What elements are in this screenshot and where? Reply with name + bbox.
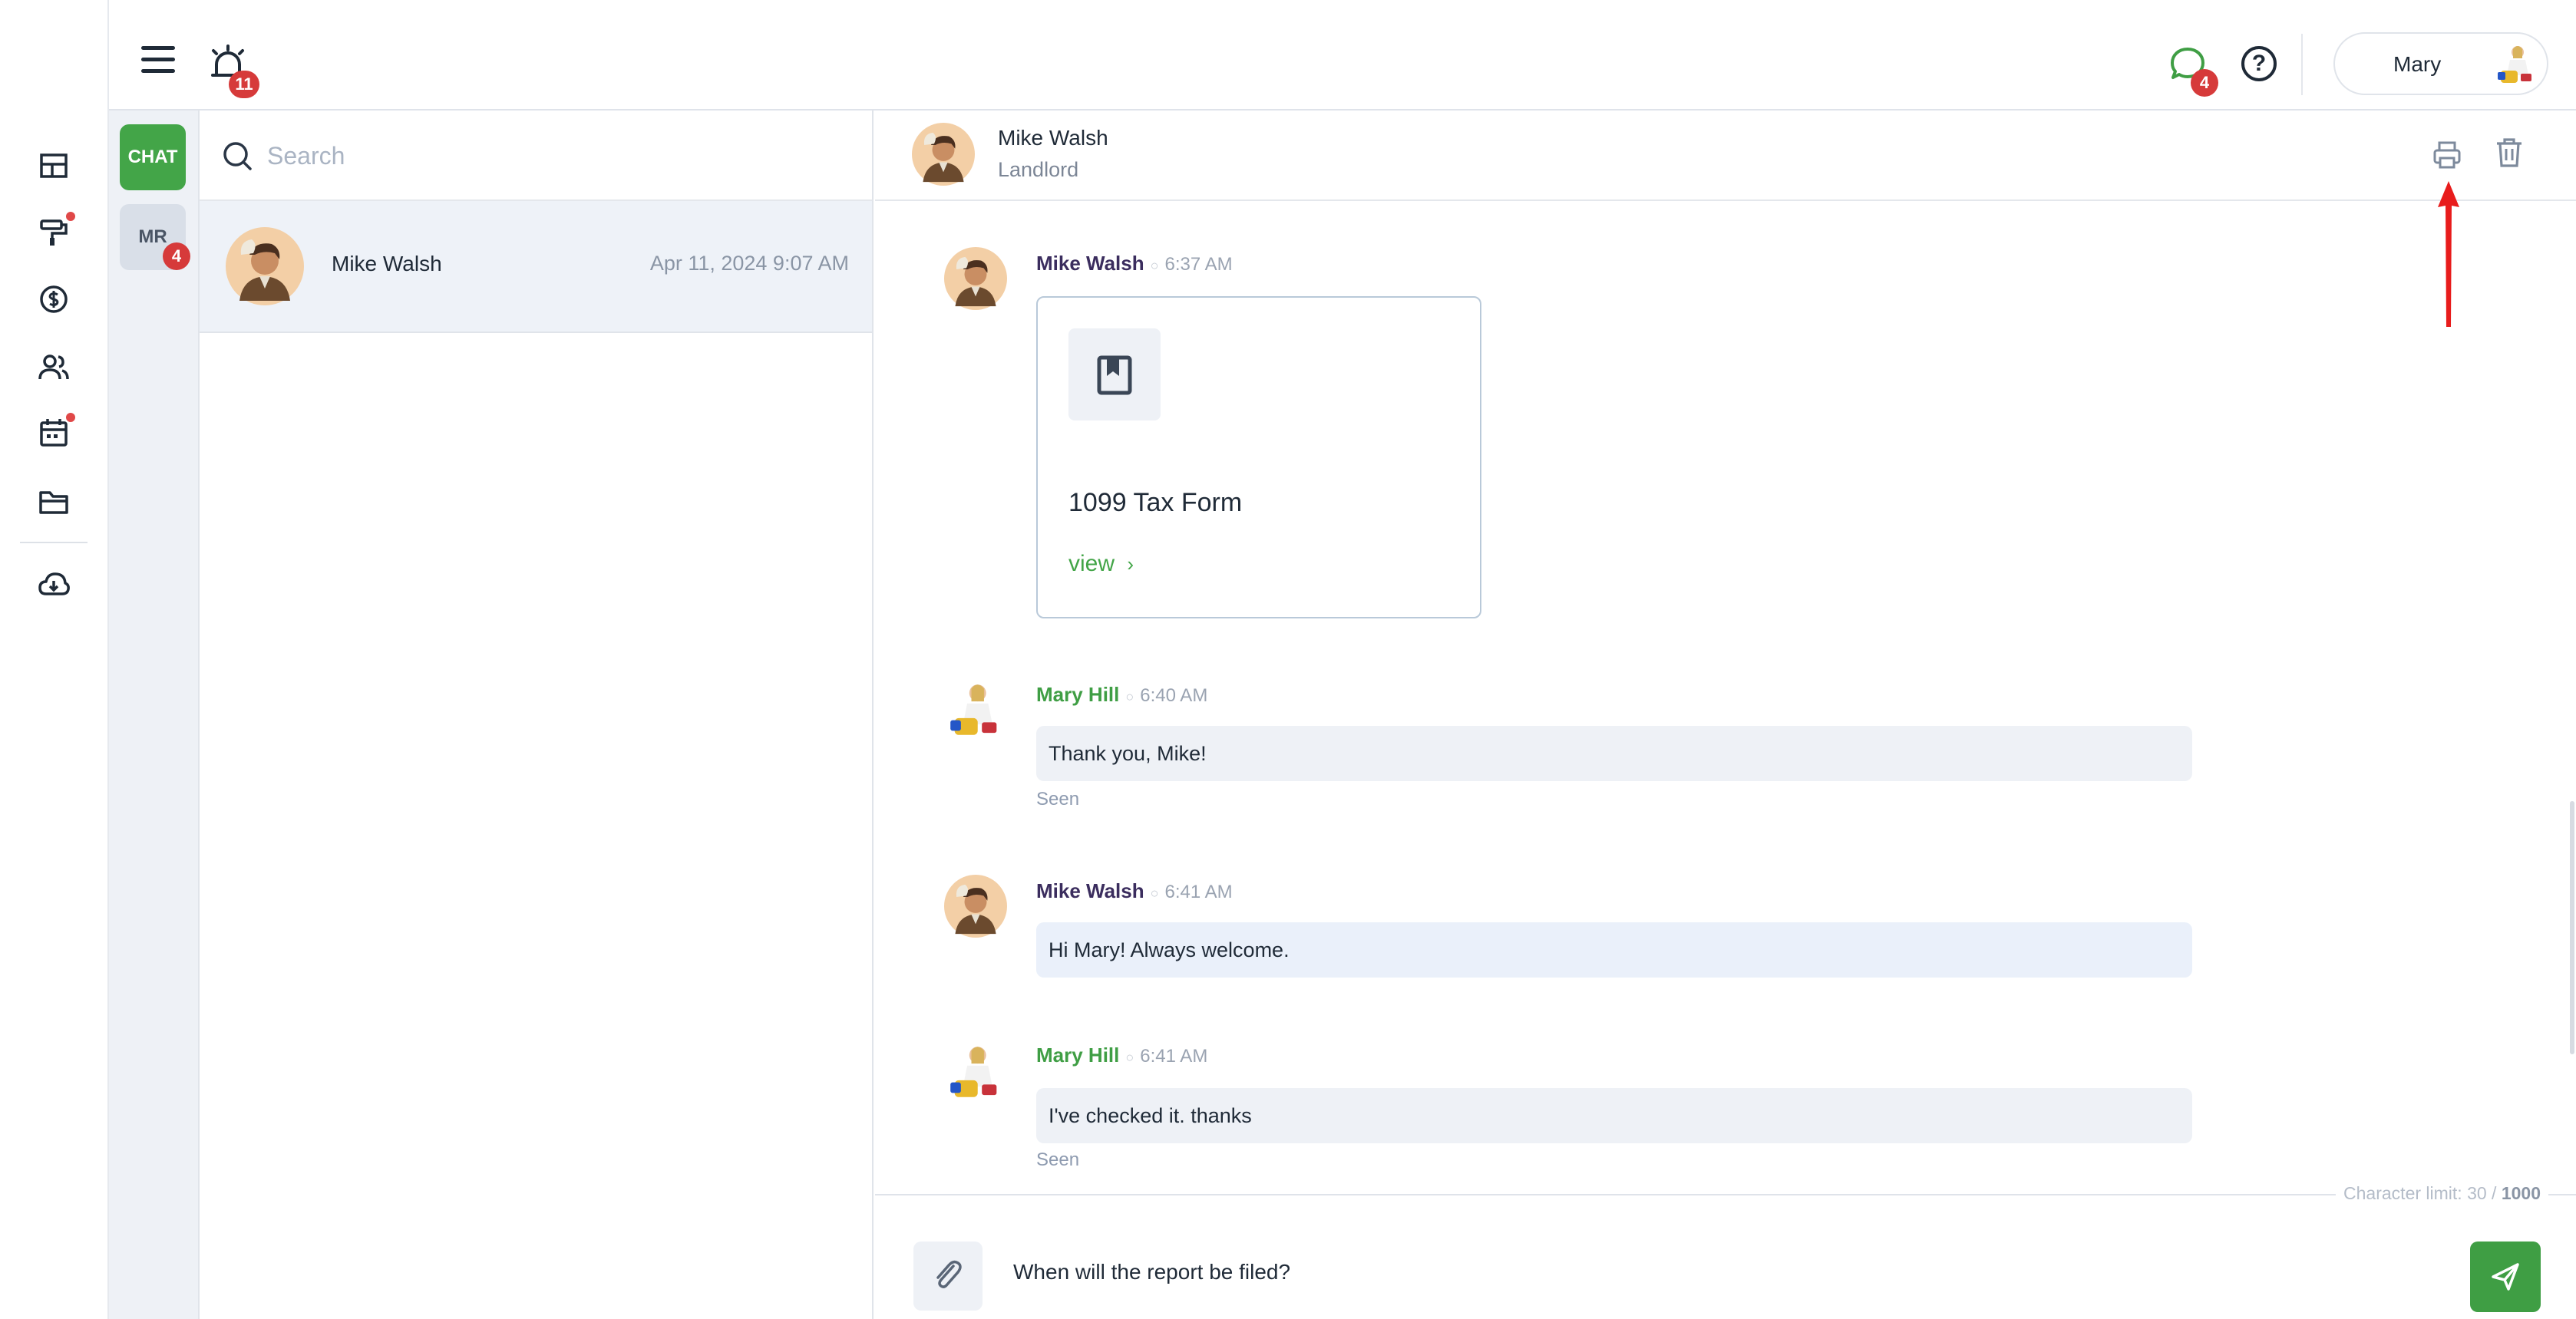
trash-icon[interactable] [2495, 137, 2524, 169]
message-bubble: I've checked it. thanks [1036, 1088, 2192, 1143]
message-meta: Mike Walsh ○ 6:37 AM [1036, 252, 1233, 275]
chat-header-avatar [912, 123, 975, 186]
message-meta: Mary Hill ○ 6:40 AM [1036, 683, 1208, 706]
calendar-notification-dot [66, 413, 75, 422]
print-icon[interactable] [2432, 140, 2462, 170]
chat-channel-tab[interactable]: CHAT [120, 124, 186, 190]
payments-dollar-icon[interactable] [37, 282, 71, 316]
chat-header-role: Landlord [998, 158, 1079, 181]
document-card[interactable]: 1099 Tax Form view › [1036, 296, 1481, 618]
cloud-download-icon[interactable] [37, 568, 71, 602]
character-limit: Character limit: 30 / 1000 [2336, 1183, 2548, 1204]
user-avatar [2493, 41, 2539, 87]
document-icon [1068, 328, 1161, 420]
chat-bubble-icon[interactable]: 4 [2169, 46, 2218, 97]
user-menu-button[interactable]: Mary [2333, 32, 2548, 95]
search-bar [200, 110, 872, 201]
chat-badge: 4 [2191, 69, 2218, 97]
message-meta: Mike Walsh ○ 6:41 AM [1036, 879, 1233, 902]
chat-header-name: Mike Walsh [998, 126, 1108, 150]
attach-button[interactable] [913, 1242, 983, 1311]
seen-status: Seen [1036, 789, 1080, 810]
help-icon[interactable]: ? [2241, 46, 2277, 81]
calendar-icon[interactable] [37, 416, 71, 450]
nav-divider [20, 542, 88, 543]
hamburger-menu-icon[interactable] [141, 46, 175, 74]
message-time: 6:41 AM [1164, 882, 1233, 902]
message-bubble: Hi Mary! Always welcome. [1036, 922, 2192, 978]
mr-tab-label: MR [138, 226, 167, 247]
conversation-name: Mike Walsh [332, 252, 442, 275]
composer-divider [875, 1194, 2576, 1195]
alarm-notification-icon[interactable]: 11 [209, 45, 259, 98]
sender-name: Mary Hill [1036, 683, 1120, 706]
left-navigation [0, 110, 109, 1319]
sender-name: Mike Walsh [1036, 879, 1144, 902]
search-input[interactable] [267, 132, 835, 180]
top-bar: 11 4 ? Mary [0, 0, 2576, 110]
chat-panel: Mike Walsh Landlord Mike Walsh○6:37 AM [875, 110, 2576, 1319]
mike-avatar [226, 227, 304, 305]
message-meta: Mary Hill ○ 6:41 AM [1036, 1044, 1208, 1067]
sender-name: Mike Walsh [1036, 252, 1144, 275]
mr-badge: 4 [163, 242, 190, 270]
seen-status: Seen [1036, 1149, 1080, 1170]
people-icon[interactable] [37, 350, 71, 384]
message-time: 6:41 AM [1140, 1046, 1208, 1067]
logo-area [0, 0, 109, 110]
annotation-arrow [2426, 181, 2472, 328]
document-title: 1099 Tax Form [1068, 488, 1243, 517]
message-time: 6:40 AM [1140, 685, 1208, 706]
document-view-link[interactable]: view › [1068, 551, 1134, 577]
message-bubble: Thank you, Mike! [1036, 726, 2192, 781]
conversation-list: Mike Walsh Apr 11, 2024 9:07 AM [200, 110, 874, 1319]
maintenance-notification-dot [66, 212, 75, 221]
chat-scrollbar[interactable] [2570, 801, 2574, 1054]
mike-avatar [944, 875, 1007, 938]
mike-avatar [944, 247, 1007, 310]
mary-avatar [944, 678, 1007, 741]
send-icon [2492, 1263, 2519, 1291]
chat-header: Mike Walsh Landlord [875, 110, 2576, 201]
mary-avatar [944, 1040, 1007, 1103]
alarm-badge: 11 [229, 71, 259, 98]
send-button[interactable] [2470, 1242, 2541, 1312]
channels-column: CHAT MR 4 [109, 110, 200, 1319]
search-icon [223, 141, 253, 172]
message-input[interactable]: When will the report be filed? [1013, 1260, 1290, 1284]
divider [2301, 34, 2303, 95]
message-time: 6:37 AM [1164, 254, 1233, 275]
user-name: Mary [2393, 52, 2442, 76]
conversation-item[interactable]: Mike Walsh Apr 11, 2024 9:07 AM [200, 201, 872, 333]
folder-icon[interactable] [37, 485, 71, 519]
conversation-timestamp: Apr 11, 2024 9:07 AM [649, 252, 849, 275]
mr-channel-tab[interactable]: MR 4 [120, 204, 190, 270]
dashboard-icon[interactable] [37, 149, 71, 183]
paperclip-icon [936, 1260, 962, 1288]
sender-name: Mary Hill [1036, 1044, 1120, 1067]
chevron-right-icon: › [1127, 552, 1134, 575]
maintenance-roller-icon[interactable] [37, 215, 71, 249]
